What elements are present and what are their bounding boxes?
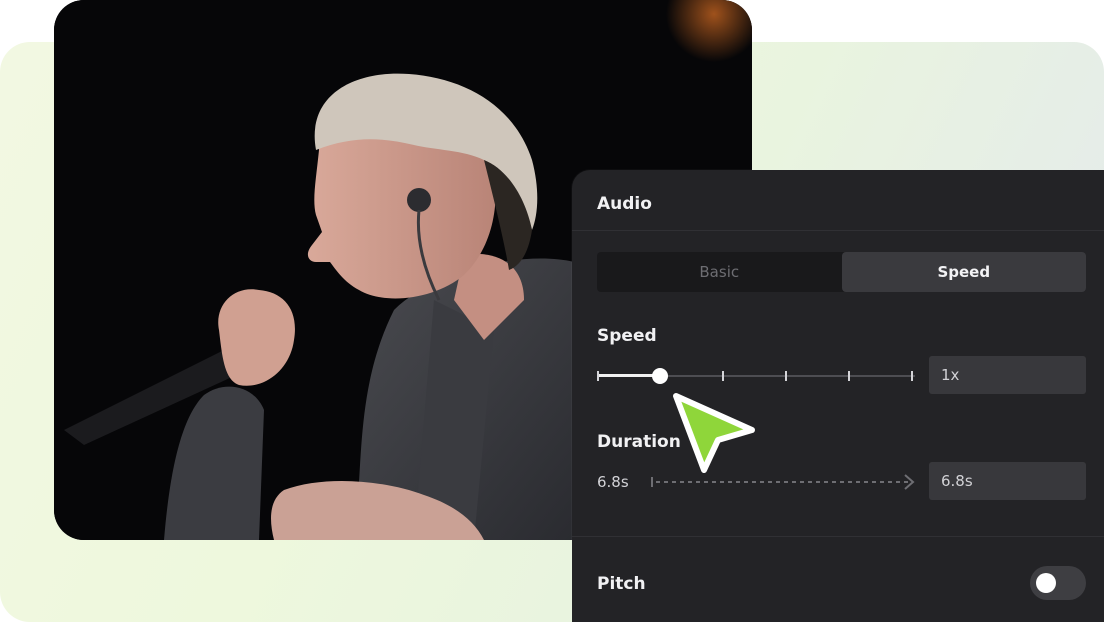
panel-divider <box>572 230 1104 231</box>
slider-tick <box>911 371 913 381</box>
speed-value-field[interactable]: 1x <box>929 356 1086 394</box>
tab-speed[interactable]: Speed <box>841 252 1086 292</box>
slider-tick <box>785 371 787 381</box>
slider-fill <box>597 374 660 377</box>
slider-thumb[interactable] <box>652 368 668 384</box>
toggle-knob <box>1036 573 1056 593</box>
pitch-toggle[interactable] <box>1030 566 1086 600</box>
audio-panel: Audio Basic Speed Speed 1x Duration 6.8s… <box>572 170 1104 622</box>
tab-bar: Basic Speed <box>597 252 1086 292</box>
section-divider <box>572 536 1104 537</box>
pitch-label: Pitch <box>597 574 646 594</box>
speed-label: Speed <box>597 326 657 346</box>
panel-title: Audio <box>597 194 652 214</box>
duration-value-field[interactable]: 6.8s <box>929 462 1086 500</box>
duration-original: 6.8s <box>597 473 629 491</box>
tab-basic[interactable]: Basic <box>597 252 842 292</box>
slider-tick <box>597 371 599 381</box>
slider-tick <box>722 371 724 381</box>
speed-slider[interactable] <box>597 366 915 386</box>
slider-tick <box>848 371 850 381</box>
pointer-cursor-icon <box>673 393 755 473</box>
